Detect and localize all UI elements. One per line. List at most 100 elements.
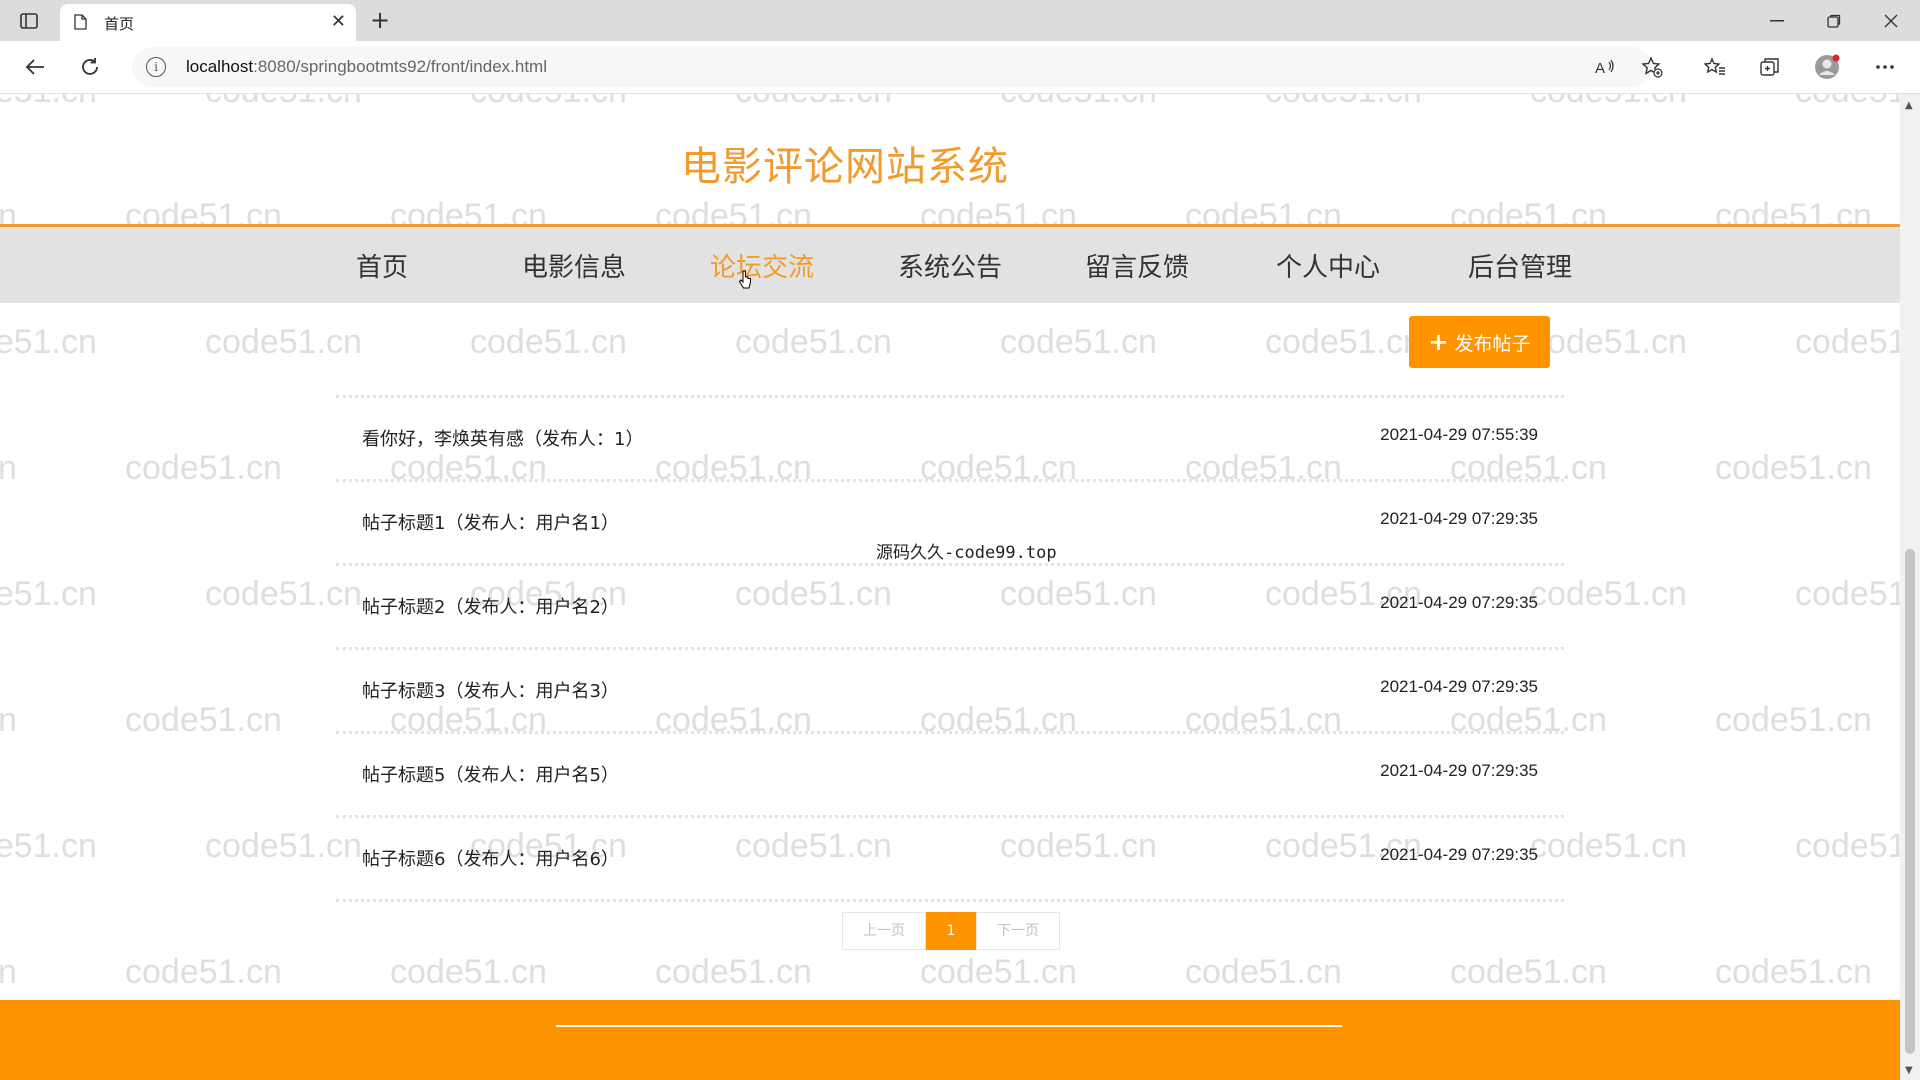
watermark-text: code51.cn [1715,953,1872,991]
prev-page-button[interactable]: 上一页 [842,912,926,950]
tab-title: 首页 [104,15,135,33]
site-info-icon[interactable]: i [146,57,166,77]
post-title[interactable]: 帖子标题6（发布人：用户名6） [362,845,619,871]
pagination: 上一页 1 下一页 [842,912,1060,950]
post-title[interactable]: 看你好，李焕英有感（发布人：1） [362,425,643,451]
publish-post-button[interactable]: + 发布帖子 [1409,316,1550,368]
list-item[interactable]: 帖子标题2（发布人：用户名2） 2021-04-29 07:29:35 [336,566,1564,647]
page-content: code51.cn code51.cn code51.cn code51.cn code… [0,94,1900,1080]
minimize-button[interactable] [1754,6,1800,36]
svg-text:A: A [1595,60,1605,77]
address-bar: i localhost:8080/springbootmts92/front/i… [0,41,1920,94]
more-menu-icon[interactable] [1870,52,1900,82]
watermark-text: code51.cn [205,323,362,361]
watermark-text: code51.cn [1795,827,1900,865]
divider [336,899,1564,902]
browser-tab-bar: 首页 ✕ + [0,0,1920,41]
watermark-text: code51.cn [920,953,1077,991]
footer-divider [556,1025,1342,1027]
nav-home[interactable]: 首页 [356,247,408,284]
nav-announcements[interactable]: 系统公告 [898,247,1002,284]
watermark-text: code51.cn [125,701,282,739]
scrollbar[interactable]: ▲ ▼ [1900,94,1920,1080]
publish-post-label: 发布帖子 [1454,332,1531,355]
watermark-text: code51.cn [125,953,282,991]
close-window-button[interactable] [1868,6,1914,36]
site-title: 电影评论网站系统 [681,144,1009,190]
restore-button[interactable] [1811,6,1857,36]
post-time: 2021-04-29 07:29:35 [1380,761,1538,780]
read-aloud-icon[interactable]: A [1590,52,1620,82]
footer [0,1000,1900,1080]
post-time: 2021-04-29 07:55:39 [1380,425,1538,444]
watermark-text: code51.cn [1795,323,1900,361]
close-tab-icon[interactable]: ✕ [331,11,346,32]
mouse-cursor-icon [738,270,751,289]
watermark-text: code51.cn [655,953,812,991]
profile-avatar[interactable] [1812,52,1842,82]
watermark-text: code51.cn [1795,94,1900,111]
post-title[interactable]: 帖子标题2（发布人：用户名2） [362,593,619,619]
watermark-text: code51.cn [1265,323,1422,361]
watermark-text: code51.cn [125,449,282,487]
nav-personal-center[interactable]: 个人中心 [1276,247,1380,284]
watermark-text: code51.cn [735,323,892,361]
url-field[interactable]: i localhost:8080/springbootmts92/front/i… [132,47,1652,87]
scroll-up-icon[interactable]: ▲ [1905,100,1913,111]
tab-actions-icon[interactable] [14,6,44,36]
post-time: 2021-04-29 07:29:35 [1380,593,1538,612]
watermark-text: code51.cn [735,94,892,111]
watermark-text: code51.cn [0,953,17,991]
watermark-text: code51.cn [1530,323,1687,361]
plus-icon: + [1428,328,1449,356]
source-watermark: 源码久久-code99.top [876,543,1057,563]
reload-icon[interactable] [75,52,105,82]
post-time: 2021-04-29 07:29:35 [1380,677,1538,696]
post-list: 看你好，李焕英有感（发布人：1） 2021-04-29 07:55:39 帖子标… [336,395,1564,902]
post-title[interactable]: 帖子标题1（发布人：用户名1） [362,509,619,535]
watermark-text: code51.cn [470,323,627,361]
list-item[interactable]: 帖子标题6（发布人：用户名6） 2021-04-29 07:29:35 [336,818,1564,899]
watermark-text: code51.cn [205,94,362,111]
post-title[interactable]: 帖子标题5（发布人：用户名5） [362,761,619,787]
watermark-text: code51.cn [1715,701,1872,739]
main-nav: 首页 电影信息 论坛交流 系统公告 留言反馈 个人中心 后台管理 [0,227,1900,303]
scroll-down-icon[interactable]: ▼ [1905,1065,1913,1076]
watermark-text: code51.cn [1185,953,1342,991]
browser-tab[interactable]: 首页 ✕ [60,4,356,41]
scroll-thumb[interactable] [1905,549,1915,1054]
current-page-button[interactable]: 1 [926,912,976,950]
back-icon[interactable] [20,52,50,82]
list-item[interactable]: 帖子标题5（发布人：用户名5） 2021-04-29 07:29:35 [336,734,1564,815]
favorites-icon[interactable] [1700,52,1730,82]
watermark-text: code51.cn [1450,953,1607,991]
nav-movie-info[interactable]: 电影信息 [522,247,626,284]
watermark-text: code51.cn [1000,94,1157,111]
watermark-text: code51.cn [0,449,17,487]
watermark-text: code51.cn [1530,94,1687,111]
nav-forum[interactable]: 论坛交流 [710,247,814,284]
add-favorite-icon[interactable] [1637,52,1667,82]
watermark-text: code51.cn [470,94,627,111]
post-time: 2021-04-29 07:29:35 [1380,845,1538,864]
watermark-text: code51.cn [1715,449,1872,487]
post-time: 2021-04-29 07:29:35 [1380,509,1538,528]
watermark-text: code51.cn [0,827,97,865]
nav-admin[interactable]: 后台管理 [1468,247,1572,284]
next-page-button[interactable]: 下一页 [976,912,1060,950]
watermark-text: code51.cn [390,953,547,991]
nav-feedback[interactable]: 留言反馈 [1085,247,1189,284]
watermark-text: code51.cn [0,323,97,361]
list-item[interactable]: 看你好，李焕英有感（发布人：1） 2021-04-29 07:55:39 [336,398,1564,479]
list-item[interactable]: 帖子标题3（发布人：用户名3） 2021-04-29 07:29:35 [336,650,1564,731]
post-title[interactable]: 帖子标题3（发布人：用户名3） [362,677,619,703]
watermark-text: code51.cn [0,575,97,613]
watermark-text: code51.cn [0,701,17,739]
url-text: localhost:8080/springbootmts92/front/ind… [186,57,547,76]
watermark-text: code51.cn [1795,575,1900,613]
watermark-text: code51.cn [0,94,97,111]
new-tab-button[interactable]: + [364,5,396,37]
watermark-text: code51.cn [1265,94,1422,111]
collections-icon[interactable] [1755,52,1785,82]
watermark-text: code51.cn [1000,323,1157,361]
